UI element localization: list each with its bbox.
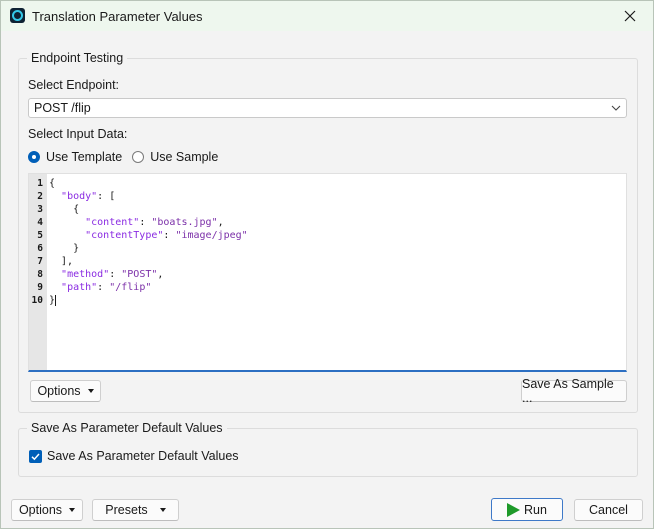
code-token: "image/jpeg" — [175, 230, 248, 241]
cancel-button[interactable]: Cancel — [574, 499, 643, 521]
caret-down-icon — [69, 508, 76, 512]
code-line: 7 ], — [29, 255, 626, 268]
code-text: "contentType": "image/jpeg" — [49, 229, 248, 242]
presets-label: Presets — [105, 503, 148, 517]
code-token: "path" — [61, 282, 98, 293]
code-token: "content" — [85, 217, 140, 228]
code-text: "path": "/flip" — [49, 281, 151, 294]
close-icon — [624, 10, 636, 22]
line-number: 2 — [37, 191, 43, 202]
play-icon — [507, 502, 521, 517]
line-number: 1 — [37, 178, 43, 189]
radio-use-template[interactable]: Use Template — [28, 150, 122, 164]
save-defaults-checkbox-label[interactable]: Save As Parameter Default Values — [47, 449, 239, 463]
close-button[interactable] — [607, 1, 653, 31]
code-line: 10} — [29, 294, 626, 307]
run-label: Run — [524, 502, 547, 517]
editor-options-button[interactable]: Options — [30, 380, 101, 402]
code-token: "contentType" — [85, 230, 164, 241]
code-text: } — [49, 242, 79, 255]
endpoint-select[interactable]: POST /flip — [28, 98, 627, 118]
caret-down-icon — [87, 389, 94, 393]
code-text: { — [49, 203, 79, 216]
line-number: 3 — [37, 204, 43, 215]
line-number: 9 — [37, 282, 43, 293]
json-editor[interactable]: 1{2 "body": [3 {4 "content": "boats.jpg"… — [28, 173, 627, 372]
line-number: 10 — [31, 295, 43, 306]
text-cursor — [55, 294, 57, 306]
radio-template-label[interactable]: Use Template — [46, 150, 122, 164]
code-token: ], — [49, 256, 74, 267]
save-as-sample-button[interactable]: Save As Sample ... — [521, 377, 627, 405]
endpoint-testing-legend: Endpoint Testing — [27, 51, 128, 65]
code-text: } — [49, 294, 57, 307]
code-text: ], — [49, 255, 73, 268]
line-number: 5 — [37, 230, 43, 241]
code-token: : — [163, 230, 176, 241]
run-button[interactable]: Run — [491, 498, 563, 521]
window-title: Translation Parameter Values — [32, 9, 203, 24]
footer-options-button[interactable]: Options — [11, 499, 83, 521]
code-token: "method" — [61, 269, 110, 280]
endpoint-select-value: POST /flip — [34, 101, 91, 115]
code-token: { — [49, 178, 56, 189]
code-token: "body" — [61, 191, 98, 202]
select-input-label: Select Input Data: — [28, 127, 128, 141]
code-text: { — [49, 177, 55, 190]
code-line: 1{ — [29, 177, 626, 190]
code-line: 5 "contentType": "image/jpeg" — [29, 229, 626, 242]
input-data-radio-group: Use Template Use Sample — [28, 150, 218, 164]
code-token: , — [157, 269, 164, 280]
code-token: "/flip" — [109, 282, 152, 293]
code-token: : — [97, 282, 110, 293]
chevron-down-icon — [611, 105, 621, 111]
code-line: 4 "content": "boats.jpg", — [29, 216, 626, 229]
editor-options-label: Options — [37, 384, 81, 398]
code-text: "body": [ — [49, 190, 115, 203]
code-token: "boats.jpg" — [151, 217, 218, 228]
radio-use-sample[interactable]: Use Sample — [132, 150, 218, 164]
presets-button[interactable]: Presets — [92, 499, 179, 521]
save-as-sample-label: Save As Sample ... — [522, 377, 614, 405]
code-text: "content": "boats.jpg", — [49, 216, 224, 229]
radio-template-indicator[interactable] — [28, 151, 40, 163]
radio-sample-indicator[interactable] — [132, 151, 145, 163]
code-token: : — [139, 217, 152, 228]
code-token: "POST" — [121, 269, 158, 280]
dialog-window: Translation Parameter Values Endpoint Te… — [0, 0, 654, 529]
save-defaults-checkbox[interactable] — [29, 450, 42, 463]
code-line: 3 { — [29, 203, 626, 216]
select-endpoint-label: Select Endpoint: — [28, 78, 120, 92]
code-token: : — [109, 269, 122, 280]
code-line: 2 "body": [ — [29, 190, 626, 203]
code-token: } — [49, 243, 80, 254]
code-line: 9 "path": "/flip" — [29, 281, 626, 294]
radio-sample-label[interactable]: Use Sample — [150, 150, 218, 164]
line-number: 6 — [37, 243, 43, 254]
app-icon — [10, 8, 25, 23]
checkmark-icon — [31, 453, 40, 461]
code-text: "method": "POST", — [49, 268, 163, 281]
code-line: 6 } — [29, 242, 626, 255]
line-number: 8 — [37, 269, 43, 280]
code-token: , — [217, 217, 224, 228]
cancel-label: Cancel — [589, 503, 628, 517]
defaults-legend: Save As Parameter Default Values — [27, 421, 227, 435]
footer-options-label: Options — [18, 503, 63, 517]
caret-down-icon — [159, 508, 166, 512]
line-number: 7 — [37, 256, 43, 267]
title-bar: Translation Parameter Values — [1, 1, 653, 31]
code-token: { — [49, 204, 80, 215]
code-area[interactable]: 1{2 "body": [3 {4 "content": "boats.jpg"… — [29, 177, 626, 307]
code-token: : [ — [97, 191, 116, 202]
code-line: 8 "method": "POST", — [29, 268, 626, 281]
line-number: 4 — [37, 217, 43, 228]
